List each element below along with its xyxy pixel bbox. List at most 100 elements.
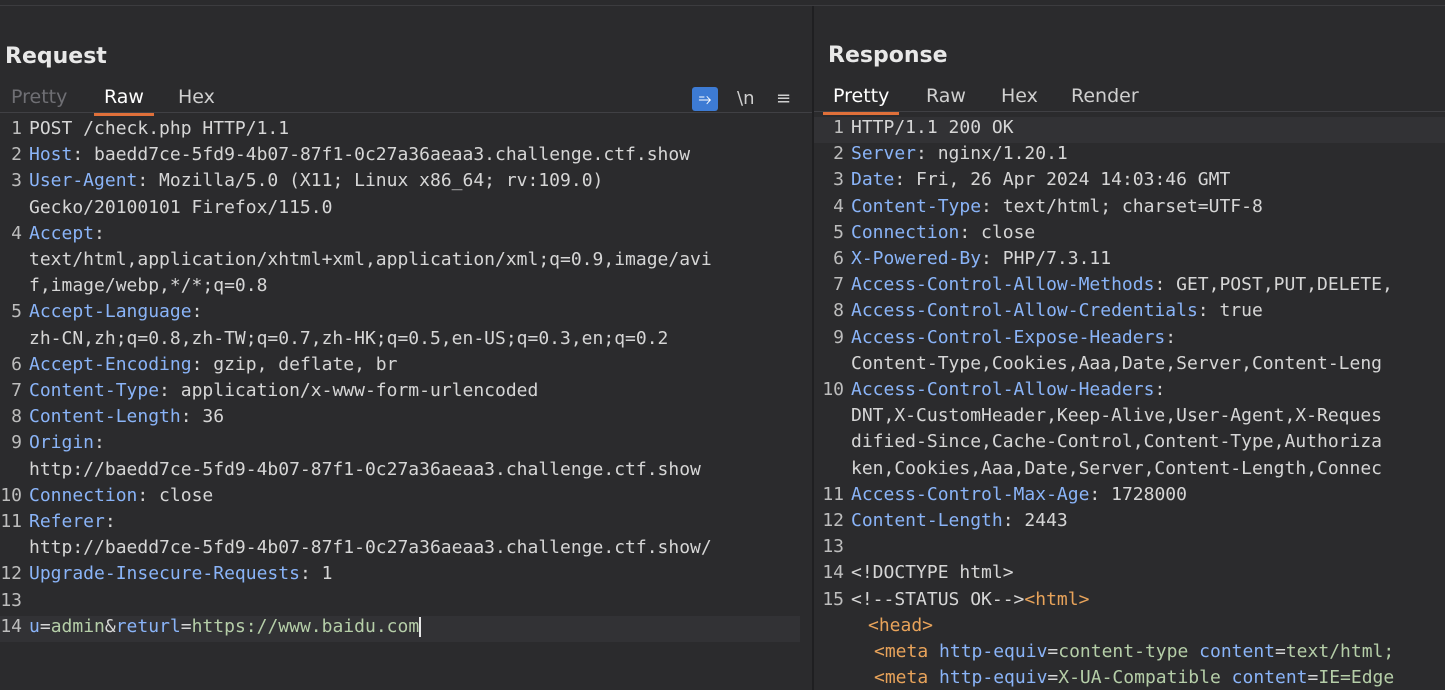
code-line: 8 Content-Length: 36 — [0, 406, 812, 432]
code-line: ken,Cookies,Aaa,Date,Server,Content-Leng… — [814, 458, 1445, 484]
line-text: Access-Control-Allow-Methods: GET,POST,P… — [851, 274, 1393, 295]
response-pane: Response Pretty Raw Hex Render 1 HTTP/1.1… — [814, 6, 1445, 690]
header-name: Upgrade-Insecure-Requests — [29, 563, 300, 585]
line-text: Access-Control-Allow-Credentials: true — [851, 300, 1263, 321]
code-line: 3 User-Agent: Mozilla/5.0 (X11; Linux x86… — [0, 170, 812, 196]
line-text: Origin: — [29, 432, 105, 453]
tab-render[interactable]: Render — [1071, 85, 1139, 107]
header-name: Connection — [29, 484, 138, 506]
header-colon: : — [1154, 379, 1166, 400]
code-line: <meta http-equiv=content-type content=te… — [814, 641, 1445, 667]
line-value: ken,Cookies,Aaa,Date,Server,Content-Leng… — [851, 457, 1383, 479]
code-line: 4 Accept: — [0, 223, 812, 249]
line-text: POST /check.php HTTP/1.1 — [29, 118, 289, 139]
header-name: Host — [29, 144, 73, 166]
header-value: 1 — [310, 563, 333, 585]
code-line: Gecko/20100101 Firefox/115.0 — [0, 197, 812, 223]
line-text: Content-Type: text/html; charset=UTF-8 — [851, 196, 1263, 217]
param-value: admin — [50, 615, 105, 637]
html-attr-value: X-UA-Compatible — [1058, 667, 1221, 689]
line-value: Gecko/20100101 Firefox/115.0 — [29, 196, 333, 218]
code-line: 13 — [814, 536, 1445, 562]
header-value: PHP/7.3.11 — [991, 248, 1112, 269]
html-attr: http-equiv — [939, 667, 1048, 689]
code-line: 13 — [0, 590, 812, 616]
tab-pretty[interactable]: Pretty — [822, 85, 900, 115]
header-colon: : — [959, 221, 971, 243]
line-value: HTTP/1.1 200 OK — [851, 117, 1014, 138]
tab-raw[interactable]: Raw — [926, 85, 966, 107]
request-title: Request — [5, 44, 107, 69]
code-line: dified-Since,Cache-Control,Content-Type,… — [814, 431, 1445, 457]
header-value: application/x-www-form-urlencoded — [169, 380, 539, 401]
line-text: Gecko/20100101 Firefox/115.0 — [29, 197, 332, 218]
header-colon: : — [94, 222, 105, 244]
line-value: f,image/webp,*/*;q=0.8 — [29, 275, 268, 297]
line-number: 5 — [833, 221, 844, 243]
header-name: Accept — [29, 222, 95, 244]
line-text: Access-Control-Allow-Headers: — [851, 379, 1165, 400]
line-number: 3 — [833, 169, 844, 191]
header-colon: : — [1002, 510, 1014, 531]
header-value: 1728000 — [1100, 483, 1187, 505]
code-line: 12 Upgrade-Insecure-Requests: 1 — [0, 563, 812, 589]
code-line: 3 Date: Fri, 26 Apr 2024 14:03:46 GMT — [814, 169, 1445, 195]
line-number: 14 — [0, 615, 22, 637]
param-equals: = — [180, 615, 192, 637]
line-text: HTTP/1.1 200 OK — [851, 117, 1014, 138]
line-text: ken,Cookies,Aaa,Date,Server,Content-Leng… — [851, 458, 1382, 479]
line-number: 12 — [822, 510, 844, 531]
html-tag: <head> — [868, 614, 934, 636]
code-line: 4 Content-Type: text/html; charset=UTF-8 — [814, 196, 1445, 222]
line-text: Date: Fri, 26 Apr 2024 14:03:46 GMT — [851, 169, 1230, 190]
code-line: zh-CN,zh;q=0.8,zh-TW;q=0.7,zh-HK;q=0.5,e… — [0, 328, 812, 354]
line-text: Connection: close — [29, 485, 213, 506]
request-tabs: Pretty Raw Hex ⥱ \n ≡ — [0, 82, 812, 116]
code-line: 9 Origin: — [0, 432, 812, 458]
line-number: 6 — [11, 353, 22, 375]
header-name: Accept-Language — [29, 301, 192, 323]
newline-toggle-icon[interactable]: \n — [737, 88, 754, 109]
line-text: http://baedd7ce-5fd9-4b07-87f1-0c27a36ae… — [29, 537, 712, 558]
header-name: Server — [851, 143, 917, 165]
line-text: <!--STATUS OK--><html> — [851, 589, 1089, 610]
code-line: 10 Connection: close — [0, 485, 812, 511]
header-name: Content-Length — [29, 406, 181, 428]
line-text: X-Powered-By: PHP/7.3.11 — [851, 248, 1111, 269]
code-line: 2 Host: baedd7ce-5fd9-4b07-87f1-0c27a36ae… — [0, 144, 812, 170]
param-value: https://www.baidu.com — [191, 615, 420, 637]
tab-hex[interactable]: Hex — [1001, 85, 1038, 107]
header-name: Referer — [29, 511, 105, 532]
header-value: Fri, 26 Apr 2024 14:03:46 GMT — [905, 169, 1231, 191]
line-number: 2 — [833, 143, 844, 165]
line-number: 14 — [822, 562, 844, 584]
tab-hex[interactable]: Hex — [178, 86, 215, 108]
header-name: Content-Type — [851, 195, 982, 217]
line-value: text/html,application/xhtml+xml,applicat… — [29, 249, 712, 270]
line-number: 11 — [0, 511, 22, 532]
header-colon: : — [137, 170, 149, 192]
tab-pretty[interactable]: Pretty — [11, 86, 67, 108]
line-number: 13 — [822, 536, 844, 558]
line-text: <meta http-equiv=content-type content=te… — [874, 641, 1394, 662]
tab-raw[interactable]: Raw — [94, 86, 154, 116]
param-name: u — [29, 615, 40, 637]
line-number: 6 — [833, 248, 844, 269]
code-line: 6 Accept-Encoding: gzip, deflate, br — [0, 354, 812, 380]
line-text: Host: baedd7ce-5fd9-4b07-87f1-0c27a36aea… — [29, 144, 690, 165]
line-text: u=admin&returl=https://www.baidu.com — [29, 615, 422, 637]
line-text: User-Agent: Mozilla/5.0 (X11; Linux x86_… — [29, 170, 603, 191]
menu-icon[interactable]: ≡ — [776, 88, 791, 109]
html-attr: content — [1231, 667, 1308, 689]
line-number: 1 — [11, 118, 22, 139]
code-line: 7 Content-Type: application/x-www-form-ur… — [0, 380, 812, 406]
header-name: User-Agent — [29, 170, 138, 192]
header-name: Date — [851, 169, 895, 191]
wrap-lines-icon[interactable]: ⥱ — [692, 87, 718, 111]
param-name: returl — [115, 615, 181, 637]
header-value: GET,POST,PUT,DELETE, — [1165, 274, 1393, 296]
header-value: close — [148, 484, 214, 506]
header-colon: : — [1154, 274, 1166, 296]
line-value: POST /check.php HTTP/1.1 — [29, 118, 290, 139]
html-equals: = — [1307, 667, 1319, 689]
